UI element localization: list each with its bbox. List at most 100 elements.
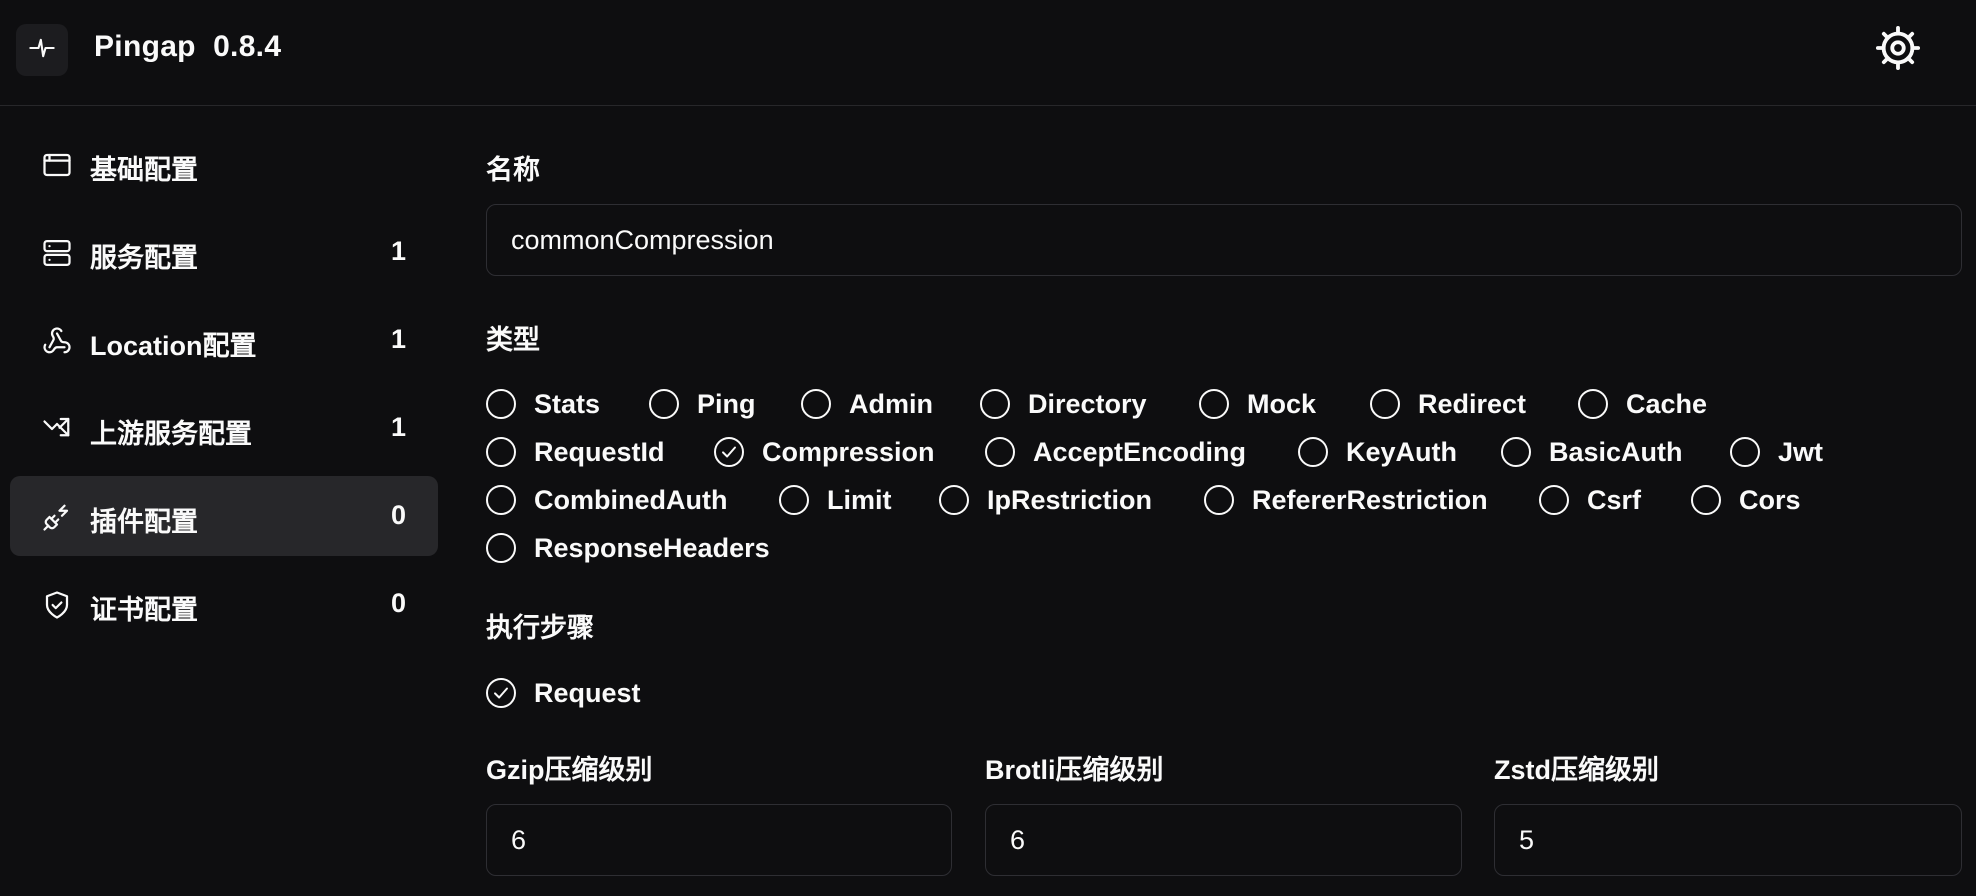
type-option-basic-auth[interactable]: BasicAuth [1501, 434, 1683, 470]
shield-check-icon [42, 590, 72, 620]
app-logo[interactable] [16, 24, 68, 76]
type-option-label: IpRestriction [987, 484, 1153, 515]
name-input[interactable] [486, 204, 1962, 276]
type-option-label: AcceptEncoding [1033, 436, 1247, 467]
type-option-ip-restriction[interactable]: IpRestriction [939, 482, 1152, 518]
gzip-level-label: Gzip压缩级别 [486, 755, 653, 785]
webhook-icon [42, 326, 72, 356]
radio-circle-icon[interactable] [980, 389, 1010, 419]
sidebar-item-label: 证书配置 [90, 595, 198, 625]
type-option-key-auth[interactable]: KeyAuth [1298, 434, 1457, 470]
type-option-admin[interactable]: Admin [801, 386, 933, 422]
type-option-label: BasicAuth [1549, 436, 1683, 467]
radio-circle-icon[interactable] [939, 485, 969, 515]
sidebar-item-location-config[interactable]: Location配置 1 [10, 300, 438, 380]
type-option-label: RefererRestriction [1252, 484, 1488, 515]
type-option-label: Jwt [1778, 436, 1824, 467]
type-option-label: Csrf [1587, 484, 1642, 515]
sidebar-item-plugin-config[interactable]: 插件配置 0 [10, 476, 438, 556]
app-window-icon [42, 150, 72, 180]
type-option-label: Redirect [1418, 388, 1527, 419]
sidebar-item-upstream-config[interactable]: 上游服务配置 1 [10, 388, 438, 468]
type-option-label: RequestId [534, 436, 665, 467]
type-option-referer-restriction[interactable]: RefererRestriction [1204, 482, 1488, 518]
radio-circle-icon[interactable] [1501, 437, 1531, 467]
sidebar-item-count: 1 [390, 236, 406, 266]
step-label: 执行步骤 [486, 613, 594, 643]
step-option-label: Request [534, 677, 641, 708]
type-option-label: Stats [534, 388, 601, 419]
radio-circle-icon[interactable] [1691, 485, 1721, 515]
type-option-label: ResponseHeaders [534, 532, 770, 563]
type-option-cors[interactable]: Cors [1691, 482, 1801, 518]
zstd-level-input[interactable] [1494, 804, 1962, 876]
app-title: Pingap 0.8.4 [94, 30, 282, 63]
radio-circle-icon[interactable] [985, 437, 1015, 467]
radio-circle-icon[interactable] [486, 389, 516, 419]
radio-circle-icon[interactable] [486, 533, 516, 563]
type-option-ping[interactable]: Ping [649, 386, 756, 422]
type-option-response-headers[interactable]: ResponseHeaders [486, 530, 770, 566]
type-option-stats[interactable]: Stats [486, 386, 600, 422]
type-option-label: Cors [1739, 484, 1801, 515]
sidebar-item-count: 0 [390, 500, 406, 530]
radio-circle-icon[interactable] [1539, 485, 1569, 515]
server-icon [42, 238, 72, 268]
split-arrow-icon [42, 414, 72, 444]
checked-circle-icon[interactable] [714, 437, 744, 467]
type-option-jwt[interactable]: Jwt [1730, 434, 1823, 470]
type-option-label: Admin [849, 388, 933, 419]
sidebar-item-server-config[interactable]: 服务配置 1 [10, 212, 438, 292]
radio-circle-icon[interactable] [1199, 389, 1229, 419]
type-option-csrf[interactable]: Csrf [1539, 482, 1641, 518]
type-label: 类型 [486, 325, 540, 355]
sidebar-item-certificate-config[interactable]: 证书配置 0 [10, 564, 438, 644]
type-option-cache[interactable]: Cache [1578, 386, 1707, 422]
checked-circle-icon[interactable] [486, 678, 516, 708]
radio-circle-icon[interactable] [649, 389, 679, 419]
type-option-label: KeyAuth [1346, 436, 1458, 467]
step-option-request[interactable]: Request [486, 675, 641, 711]
type-option-compression[interactable]: Compression [714, 434, 935, 470]
radio-circle-icon[interactable] [1298, 437, 1328, 467]
name-label: 名称 [486, 155, 540, 185]
gzip-level-input[interactable] [486, 804, 952, 876]
radio-circle-icon[interactable] [779, 485, 809, 515]
sidebar-item-label: 上游服务配置 [90, 419, 252, 449]
type-option-label: Cache [1626, 388, 1708, 419]
radio-circle-icon[interactable] [801, 389, 831, 419]
sidebar-item-count: 1 [390, 412, 406, 442]
sidebar-item-basic-config[interactable]: 基础配置 [10, 124, 438, 204]
type-option-combined-auth[interactable]: CombinedAuth [486, 482, 727, 518]
radio-circle-icon[interactable] [1204, 485, 1234, 515]
pulse-icon [28, 34, 56, 67]
type-option-mock[interactable]: Mock [1199, 386, 1316, 422]
type-option-limit[interactable]: Limit [779, 482, 892, 518]
sidebar-item-count: 0 [390, 588, 406, 618]
plug-icon [42, 502, 72, 532]
type-option-accept-encoding[interactable]: AcceptEncoding [985, 434, 1246, 470]
type-option-label: Mock [1247, 388, 1317, 419]
type-option-request-id[interactable]: RequestId [486, 434, 665, 470]
type-option-label: Limit [827, 484, 892, 515]
brotli-level-label: Brotli压缩级别 [985, 755, 1164, 785]
sidebar-item-label: 服务配置 [90, 243, 198, 273]
type-option-label: Directory [1028, 388, 1147, 419]
radio-circle-icon[interactable] [486, 485, 516, 515]
zstd-level-label: Zstd压缩级别 [1494, 755, 1659, 785]
sidebar-item-label: 基础配置 [90, 155, 198, 185]
sidebar-item-label: Location配置 [90, 331, 257, 361]
type-option-redirect[interactable]: Redirect [1370, 386, 1526, 422]
plugin-form: 名称 类型 Stats Ping Admin Directory Mock Redirec… [486, 0, 1962, 896]
type-option-label: CombinedAuth [534, 484, 728, 515]
sidebar-item-count: 1 [390, 324, 406, 354]
type-option-label: Ping [697, 388, 756, 419]
type-option-label: Compression [762, 436, 935, 467]
radio-circle-icon[interactable] [486, 437, 516, 467]
radio-circle-icon[interactable] [1370, 389, 1400, 419]
sidebar-item-label: 插件配置 [90, 507, 198, 537]
type-option-directory[interactable]: Directory [980, 386, 1147, 422]
radio-circle-icon[interactable] [1730, 437, 1760, 467]
brotli-level-input[interactable] [985, 804, 1462, 876]
radio-circle-icon[interactable] [1578, 389, 1608, 419]
